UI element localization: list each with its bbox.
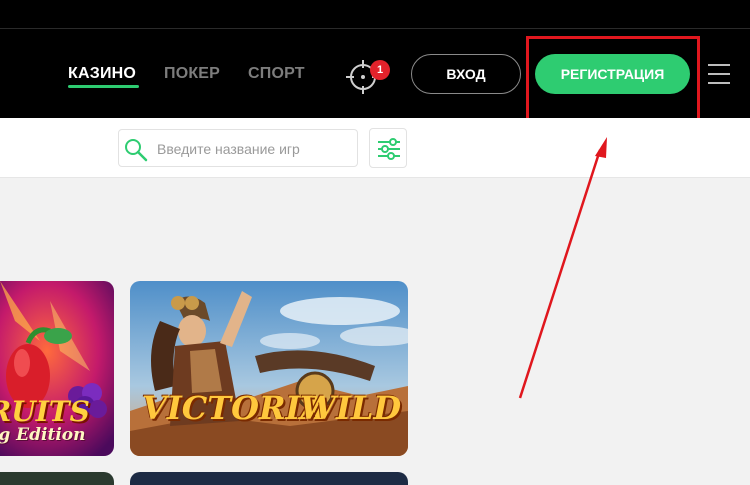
search-bar-row bbox=[0, 118, 750, 178]
game-subtitle: ng Edition bbox=[0, 425, 86, 445]
menu-icon[interactable] bbox=[708, 64, 730, 84]
filter-icon bbox=[378, 138, 400, 160]
game-card-victoria-wild[interactable]: VICTORIA WILD bbox=[130, 281, 408, 456]
top-strip bbox=[0, 0, 750, 28]
nav-casino[interactable]: КАЗИНО bbox=[68, 65, 136, 83]
search-input[interactable] bbox=[157, 139, 353, 159]
nav-active-indicator bbox=[68, 85, 139, 88]
filter-button[interactable] bbox=[369, 128, 407, 168]
notification-badge: 1 bbox=[370, 60, 390, 80]
game-title-word2: WILD bbox=[300, 389, 402, 427]
nav-sport[interactable]: СПОРТ bbox=[248, 65, 305, 83]
game-thumbnail bbox=[130, 281, 408, 456]
game-card-partial[interactable] bbox=[130, 472, 408, 485]
nav-poker[interactable]: ПОКЕР bbox=[164, 65, 220, 83]
search-icon bbox=[125, 139, 148, 162]
highlight-box bbox=[526, 36, 700, 126]
game-title: RUITS bbox=[0, 395, 90, 428]
game-card-partial[interactable] bbox=[0, 472, 114, 485]
game-title-word1: VICTORIA bbox=[142, 389, 326, 427]
search-box bbox=[118, 129, 358, 167]
login-button[interactable]: ВХОД bbox=[411, 54, 521, 94]
game-card-fruits[interactable]: RUITS ng Edition bbox=[0, 281, 114, 456]
